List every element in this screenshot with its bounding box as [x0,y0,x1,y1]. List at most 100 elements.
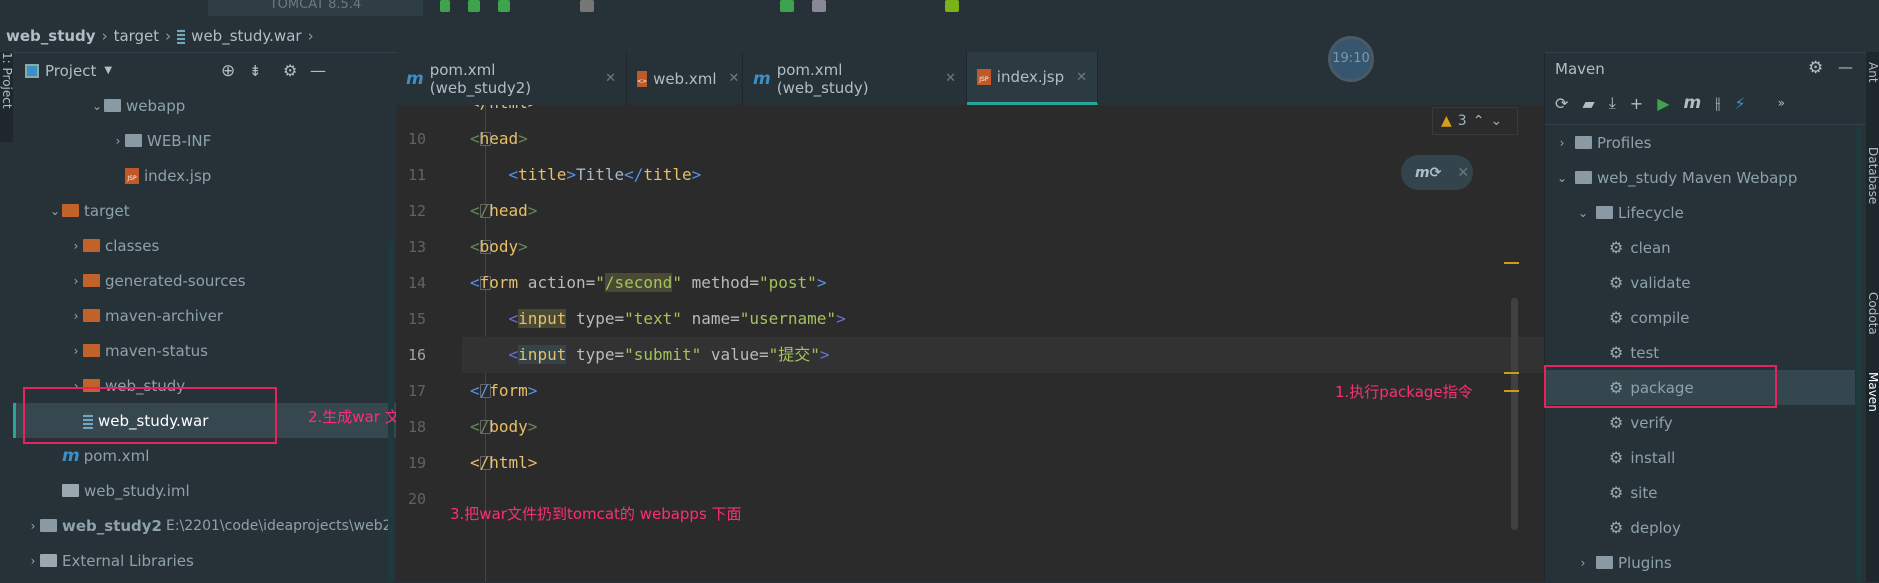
breadcrumb-project[interactable]: web_study [6,27,96,45]
warning-marker[interactable] [1504,390,1519,392]
locate-icon[interactable]: ⊕ [221,61,235,81]
code-token: body [479,237,519,256]
debug-icon[interactable] [468,0,480,12]
line-number: 16 [407,346,426,364]
maven-tree-item[interactable]: ⚙ site [1545,475,1855,510]
breadcrumb-folder[interactable]: target [114,27,160,45]
tree-item-label: WEB-INF [147,131,212,150]
codota-tool-button[interactable]: Codota [1866,292,1879,335]
chevron-right-icon[interactable]: › [1555,136,1569,150]
chevron-down-icon[interactable]: ⌄ [90,99,104,113]
coverage-icon[interactable] [498,0,510,12]
tab-web-xml[interactable]: <> web.xml ✕ [627,52,743,105]
tab-pom-xml-web-study-[interactable]: m pom.xml (web_study) ✕ [743,52,967,105]
close-tab-icon[interactable]: ✕ [729,71,740,86]
more-icon[interactable]: » [1778,96,1785,110]
maven-scrollbar[interactable] [1856,127,1862,583]
maven-reload-notification[interactable]: m⟳ ✕ [1401,155,1473,190]
stop-icon[interactable] [580,0,594,12]
tree-item[interactable]: › WEB-INF [13,123,396,158]
maven-tree-item[interactable]: ⚙ validate [1545,265,1855,300]
warning-marker[interactable] [1504,262,1519,264]
tree-item[interactable]: › web_study2 E:\2201\code\ideaprojects\we… [13,508,396,543]
project-title[interactable]: Project [45,62,96,80]
chevron-right-icon[interactable]: › [1576,556,1590,570]
execute-goal-icon[interactable]: m [1684,93,1702,113]
maven-tree-item[interactable]: ⚙ deploy [1545,510,1855,545]
maven-tree-item[interactable]: › Plugins [1545,545,1855,580]
tree-item[interactable]: › maven-status [13,333,396,368]
maven-tree-item[interactable]: ⚙ verify [1545,405,1855,440]
chevron-right-icon[interactable]: › [69,239,83,253]
reload-icon[interactable]: ⟳ [1555,94,1568,113]
inspection-widget[interactable]: ▲ 3 ⌃ ⌄ [1432,107,1518,135]
left-tool-stripe: 1: Project [0,52,14,142]
maven-tree-item[interactable]: › Profiles [1545,125,1855,160]
maven-tree-item[interactable]: ⌄ web_study Maven Webapp [1545,160,1855,195]
tree-item[interactable]: JSP index.jsp [13,158,396,193]
chevron-right-icon[interactable]: › [69,344,83,358]
chevron-down-icon[interactable]: ⌄ [1576,206,1590,220]
minimize-icon[interactable]: — [310,61,326,80]
gear-icon[interactable]: ⚙ [283,61,297,80]
warning-marker[interactable] [1504,372,1519,374]
terminal-icon[interactable] [780,0,794,12]
maven-tree-item[interactable]: ⚙ compile [1545,300,1855,335]
tree-item[interactable]: › maven-archiver [13,298,396,333]
tree-item[interactable]: web_study.iml [13,473,396,508]
project-tool-button[interactable]: 1: Project [0,52,14,109]
database-tool-button[interactable]: Database [1866,147,1879,204]
editor-scrollbar[interactable] [1511,298,1518,530]
gear-icon: ⚙ [1609,483,1624,502]
breadcrumb-file[interactable]: web_study.war [191,27,301,45]
close-tab-icon[interactable]: ✕ [945,71,956,86]
chevron-right-icon[interactable]: › [26,554,40,568]
download-icon[interactable]: ⤓ [1609,93,1616,113]
maven-tool-button[interactable]: Maven [1866,372,1879,412]
add-icon[interactable]: + [1630,94,1643,113]
breadcrumb: web_study › target › web_study.war › [0,22,314,50]
chevron-down-icon[interactable]: ⌄ [1555,171,1569,185]
code-token: " [672,273,682,292]
tab-index-jsp[interactable]: JSP index.jsp ✕ [967,52,1098,105]
run-icon[interactable] [440,0,450,12]
maven-tree-item[interactable]: ⌄ Lifecycle [1545,195,1855,230]
orange-folder-icon [83,309,100,322]
close-tab-icon[interactable]: ✕ [605,71,616,86]
jsp-file-icon: JSP [977,69,991,85]
chevron-right-icon[interactable]: › [111,134,125,148]
run-icon[interactable]: ▶ [1657,94,1669,113]
tab-pom-xml-web-study2-[interactable]: m pom.xml (web_study2) ✕ [396,52,627,105]
next-highlight-icon[interactable]: ⌄ [1490,113,1502,129]
minimize-icon[interactable]: — [1838,58,1853,76]
tree-item[interactable]: › External Libraries [13,543,396,578]
tree-item[interactable]: ⌄ target [13,193,396,228]
tab-label: web.xml [653,69,717,88]
maven-reload-icon[interactable]: m⟳ [1415,165,1441,181]
tree-item[interactable]: ⌄ webapp [13,88,396,123]
plugin-icon[interactable] [945,0,959,12]
chevron-right-icon[interactable]: › [26,519,40,533]
run-config-select[interactable]: TOMCAT 8.5.4 [208,0,423,16]
dropdown-arrow-icon[interactable]: ▼ [104,65,112,76]
ant-tool-button[interactable]: Ant [1866,62,1879,83]
previous-highlight-icon[interactable]: ⌃ [1473,113,1485,129]
tree-item[interactable]: › generated-sources [13,263,396,298]
maven-tree-item[interactable]: ⚙ clean [1545,230,1855,265]
search-icon[interactable] [812,0,826,12]
close-icon[interactable]: ✕ [1457,165,1469,181]
code-line: <body> [470,229,528,265]
tree-item[interactable]: › classes [13,228,396,263]
collapse-all-icon[interactable]: ⇟ [249,62,262,80]
close-tab-icon[interactable]: ✕ [1076,70,1087,85]
chevron-down-icon[interactable]: ⌄ [48,204,62,218]
code-token: " [595,273,605,292]
chevron-right-icon[interactable]: › [69,274,83,288]
chevron-right-icon[interactable]: › [69,309,83,323]
maven-tree-item[interactable]: ⚙ install [1545,440,1855,475]
gear-icon[interactable]: ⚙ [1808,58,1823,78]
reimport-folder-icon[interactable]: ▰ [1582,94,1594,113]
skip-tests-icon[interactable]: ⫲ [1715,93,1720,113]
offline-icon[interactable]: ⚡ [1734,94,1745,113]
code-token: title [643,165,692,184]
